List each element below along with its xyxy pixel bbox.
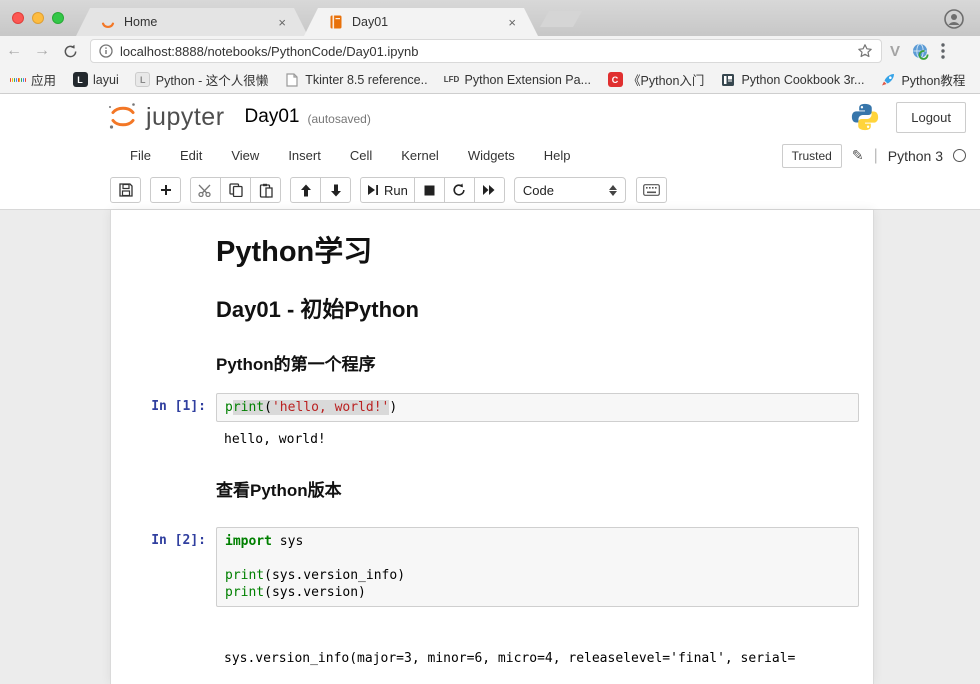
output-text-1: hello, world!: [216, 431, 859, 448]
bookmark-python-tutorial[interactable]: Python教程: [880, 70, 965, 89]
code-input-1[interactable]: print('hello, world!'): [216, 393, 859, 422]
lfd-icon: LFD: [444, 72, 460, 88]
tab-label: Day01: [352, 15, 388, 29]
output-cell-2: sys.version_info(major=3, minor=6, micro…: [111, 616, 873, 684]
jupyter-toolbar: Run Code: [0, 171, 980, 209]
layui-icon: L: [72, 72, 88, 88]
tab-label: Home: [124, 15, 157, 29]
extension-v-icon[interactable]: V: [890, 43, 900, 60]
rocket-icon: [880, 72, 896, 88]
tab-close-icon[interactable]: ×: [278, 15, 286, 30]
restart-kernel-button[interactable]: [444, 177, 475, 203]
command-palette-button[interactable]: [636, 177, 667, 203]
menu-kernel[interactable]: Kernel: [401, 148, 439, 163]
page-title: Python学习: [216, 228, 859, 270]
book-cover-icon: [720, 72, 736, 88]
copy-cell-button[interactable]: [220, 177, 251, 203]
tab-home[interactable]: Home ×: [76, 8, 308, 36]
add-cell-button[interactable]: [150, 177, 181, 203]
trusted-button[interactable]: Trusted: [782, 144, 842, 168]
jupyter-wordmark[interactable]: jupyter: [146, 103, 225, 132]
markdown-cell-title[interactable]: Python学习: [111, 226, 873, 292]
python-logo-icon: [850, 102, 880, 132]
input-prompt: In [2]:: [111, 527, 216, 607]
l-letter-icon: L: [135, 72, 151, 88]
forward-button[interactable]: →: [28, 42, 56, 60]
bookmark-layui[interactable]: L layui: [72, 72, 119, 88]
browser-toolbar: ← → localhost:8888/notebooks/PythonCode/…: [0, 36, 980, 66]
subsection-heading: Python的第一个程序: [216, 350, 859, 375]
jupyter-menubar: File Edit View Insert Cell Kernel Widget…: [0, 140, 980, 171]
bookmark-tkinter[interactable]: Tkinter 8.5 reference..: [284, 72, 427, 88]
markdown-cell-version[interactable]: 查看Python版本: [111, 476, 873, 519]
notebook-title[interactable]: Day01: [245, 106, 300, 128]
menu-insert[interactable]: Insert: [288, 148, 321, 163]
code-cell-2[interactable]: In [2]: import sysprint(sys.version_info…: [111, 527, 873, 607]
zoom-window-button[interactable]: [52, 12, 64, 24]
apps-grid-icon: [10, 72, 26, 88]
url-text[interactable]: localhost:8888/notebooks/PythonCode/Day0…: [120, 44, 857, 59]
bookmark-python-extension[interactable]: LFD Python Extension Pa...: [444, 72, 591, 88]
dropdown-arrows-icon: [609, 185, 617, 196]
bookmark-apps[interactable]: 应用: [10, 70, 56, 89]
extension-globe-icon[interactable]: [912, 43, 929, 60]
back-button[interactable]: ←: [0, 42, 28, 60]
browser-menu-icon[interactable]: [941, 43, 945, 59]
tab-day01[interactable]: Day01 ×: [304, 8, 538, 36]
output-text-2: sys.version_info(major=3, minor=6, micro…: [216, 616, 859, 684]
info-icon[interactable]: [99, 44, 113, 58]
reload-button[interactable]: [56, 44, 84, 59]
logout-button[interactable]: Logout: [896, 102, 966, 133]
subsection-heading: 查看Python版本: [216, 476, 859, 501]
tab-close-icon[interactable]: ×: [508, 15, 516, 30]
menu-view[interactable]: View: [231, 148, 259, 163]
menu-cell[interactable]: Cell: [350, 148, 372, 163]
save-button[interactable]: [110, 177, 141, 203]
minimize-window-button[interactable]: [32, 12, 44, 24]
cut-cell-button[interactable]: [190, 177, 221, 203]
edit-title-pencil-icon[interactable]: ✎: [852, 147, 864, 164]
jupyter-header: jupyter Day01 (autosaved) Logout File Ed…: [0, 94, 980, 210]
new-tab-button[interactable]: [540, 11, 582, 27]
bookmarks-bar: 应用 L layui L Python - 这个人很懒 Tkinter 8.5 …: [0, 66, 980, 94]
bookmark-python-blog[interactable]: L Python - 这个人很懒: [135, 70, 269, 89]
bookmark-python-intro[interactable]: C 《Python入门: [607, 70, 704, 89]
move-cell-up-button[interactable]: [290, 177, 321, 203]
divider: |: [874, 147, 878, 165]
bookmark-cookbook[interactable]: Python Cookbook 3r...: [720, 72, 864, 88]
paste-cell-button[interactable]: [250, 177, 281, 203]
window-titlebar: Home × Day01 ×: [0, 0, 980, 36]
bookmark-star-icon[interactable]: [857, 43, 873, 59]
kernel-name: Python 3: [888, 148, 943, 164]
interrupt-kernel-button[interactable]: [414, 177, 445, 203]
menu-file[interactable]: File: [130, 148, 151, 163]
menu-edit[interactable]: Edit: [180, 148, 202, 163]
move-cell-down-button[interactable]: [320, 177, 351, 203]
code-cell-1[interactable]: In [1]: print('hello, world!'): [111, 393, 873, 422]
red-c-icon: C: [607, 72, 623, 88]
input-prompt: In [1]:: [111, 393, 216, 422]
profile-icon[interactable]: [944, 9, 964, 29]
section-heading: Day01 - 初始Python: [216, 292, 859, 324]
notebook-background: Python学习 Day01 - 初始Python Python的第一个程序 I…: [0, 210, 980, 684]
code-input-2[interactable]: import sysprint(sys.version_info)print(s…: [216, 527, 859, 607]
markdown-cell-first-program[interactable]: Python的第一个程序: [111, 350, 873, 393]
address-bar[interactable]: localhost:8888/notebooks/PythonCode/Day0…: [90, 39, 882, 63]
jupyter-logo-icon[interactable]: [106, 101, 140, 133]
kernel-status-icon: [953, 149, 966, 162]
output-cell-1: hello, world!: [111, 431, 873, 448]
markdown-cell-day01[interactable]: Day01 - 初始Python: [111, 292, 873, 350]
jupyter-favicon-icon: [100, 14, 116, 30]
restart-run-all-button[interactable]: [474, 177, 505, 203]
page-icon: [284, 72, 300, 88]
autosave-status: (autosaved): [307, 112, 370, 126]
notebook-favicon-icon: [328, 14, 344, 30]
close-window-button[interactable]: [12, 12, 24, 24]
notebook-container: Python学习 Day01 - 初始Python Python的第一个程序 I…: [110, 210, 874, 684]
menu-help[interactable]: Help: [544, 148, 571, 163]
cell-type-dropdown[interactable]: Code: [514, 177, 626, 203]
run-cell-button[interactable]: Run: [360, 177, 415, 203]
menu-widgets[interactable]: Widgets: [468, 148, 515, 163]
run-label: Run: [384, 183, 408, 198]
